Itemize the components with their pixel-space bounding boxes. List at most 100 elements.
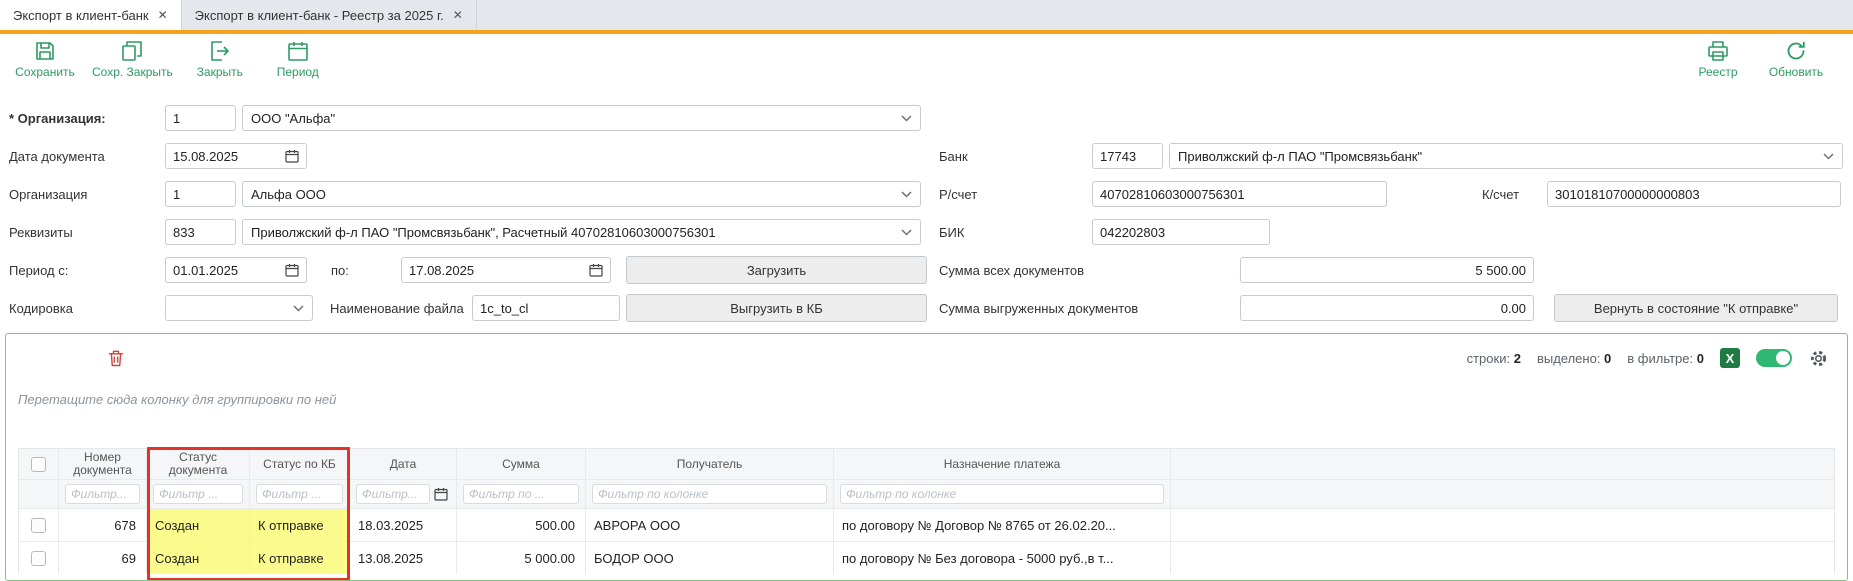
column-header-date[interactable]: Дата [350, 449, 457, 479]
selected-count-label: выделено: [1537, 351, 1600, 366]
app-window: Экспорт в клиент-банк ✕ Экспорт в клиент… [0, 0, 1853, 581]
period-button[interactable]: Период [267, 39, 329, 79]
refresh-button-label: Обновить [1769, 65, 1823, 79]
tab-close-icon[interactable]: ✕ [158, 9, 168, 21]
settings-gear-icon[interactable] [1808, 348, 1829, 369]
cell-empty [1171, 509, 1834, 541]
column-header-status[interactable]: Статус документа [147, 449, 250, 479]
save-close-button[interactable]: Сохр. Закрыть [92, 39, 173, 79]
organization-code-input[interactable] [165, 181, 236, 207]
organization-select-value: Альфа ООО [251, 187, 895, 202]
bank-select[interactable]: Приволжский ф-л ПАО "Промсвязьбанк" [1169, 143, 1843, 169]
return-status-button[interactable]: Вернуть в состояние "К отправке" [1554, 294, 1838, 322]
form-row-requisites-bik: Реквизиты Приволжский ф-л ПАО "Промсвязь… [9, 213, 1843, 251]
filter-toggle[interactable] [1756, 349, 1792, 367]
document-date-value: 15.08.2025 [173, 149, 238, 164]
selected-count-value: 0 [1604, 351, 1611, 366]
organization-required-code-input[interactable] [165, 105, 236, 131]
table-row[interactable]: 69 Создан К отправке 13.08.2025 5 000.00… [19, 541, 1834, 574]
toolbar-left-group: Сохранить Сохр. Закрыть Закрыть Период [14, 39, 329, 79]
column-header-recipient[interactable]: Получатель [586, 449, 834, 479]
cell-status: Создан [147, 542, 250, 574]
bank-select-value: Приволжский ф-л ПАО "Промсвязьбанк" [1178, 149, 1817, 164]
bik-input[interactable] [1092, 219, 1270, 245]
register-button[interactable]: Реестр [1687, 39, 1749, 79]
period-to-input[interactable]: 17.08.2025 [401, 257, 611, 283]
filter-purpose-input[interactable] [840, 484, 1164, 504]
filter-recipient-input[interactable] [592, 484, 827, 504]
refresh-button[interactable]: Обновить [1765, 39, 1827, 79]
cell-kb-status: К отправке [250, 509, 350, 541]
filename-label: Наименование файла [330, 301, 472, 316]
tab-export[interactable]: Экспорт в клиент-банк ✕ [0, 0, 182, 30]
save-button-label: Сохранить [15, 65, 75, 79]
filter-kb-status-cell [250, 480, 350, 508]
filter-status-input[interactable] [153, 484, 243, 504]
corr-account-input[interactable] [1547, 181, 1841, 207]
column-header-sum[interactable]: Сумма [457, 449, 586, 479]
filtered-count: в фильтре: 0 [1627, 351, 1704, 366]
row-checkbox[interactable] [31, 551, 46, 566]
row-checkbox[interactable] [31, 518, 46, 533]
tab-export-label: Экспорт в клиент-банк [13, 8, 149, 23]
form-row-organization-required: * Организация: ООО "Альфа" [9, 99, 1843, 137]
period-to-value: 17.08.2025 [409, 263, 474, 278]
calendar-icon[interactable] [285, 149, 299, 163]
table-filter-row [19, 479, 1834, 508]
period-from-value: 01.01.2025 [173, 263, 238, 278]
save-button[interactable]: Сохранить [14, 39, 76, 79]
cell-purpose: по договору № Без договора - 5000 руб.,в… [834, 542, 1171, 574]
table-row[interactable]: 678 Создан К отправке 18.03.2025 500.00 … [19, 508, 1834, 541]
refresh-icon [1784, 39, 1808, 63]
excel-export-icon[interactable]: X [1720, 348, 1740, 368]
chevron-down-icon [901, 115, 912, 122]
filter-sum-input[interactable] [463, 484, 579, 504]
cell-number: 69 [59, 542, 147, 574]
requisites-code-input[interactable] [165, 219, 236, 245]
filename-input[interactable] [472, 295, 620, 321]
calendar-icon[interactable] [434, 487, 448, 501]
filter-number-input[interactable] [65, 484, 140, 504]
filter-empty-cell [1171, 480, 1834, 508]
column-header-kb-status[interactable]: Статус по КБ [250, 449, 350, 479]
header-checkbox-cell [19, 449, 59, 479]
encoding-select[interactable] [165, 295, 313, 321]
calendar-icon [286, 39, 310, 63]
period-to-label: по: [331, 263, 401, 278]
form-row-organization-accounts: Организация Альфа ООО Р/счет К/счет [9, 175, 1843, 213]
account-input[interactable] [1092, 181, 1387, 207]
group-by-hint: Перетащите сюда колонку для группировки … [18, 392, 1847, 448]
select-all-checkbox[interactable] [31, 457, 46, 472]
load-button[interactable]: Загрузить [626, 256, 927, 284]
register-icon [1706, 39, 1730, 63]
tab-close-icon[interactable]: ✕ [453, 9, 463, 21]
column-header-purpose[interactable]: Назначение платежа [834, 449, 1171, 479]
column-header-number[interactable]: Номер документа [59, 449, 147, 479]
filter-date-input[interactable] [356, 484, 430, 504]
delete-icon[interactable] [106, 348, 126, 368]
organization-select[interactable]: Альфа ООО [242, 181, 921, 207]
close-button[interactable]: Закрыть [189, 39, 251, 79]
tab-register[interactable]: Экспорт в клиент-банк - Реестр за 2025 г… [182, 0, 477, 30]
filtered-count-value: 0 [1697, 351, 1704, 366]
form-row-period-totals: Период с: 01.01.2025 по: 17.08.2025 Загр… [9, 251, 1843, 289]
exported-sum-input[interactable] [1240, 295, 1534, 321]
cell-recipient: АВРОРА ООО [586, 509, 834, 541]
period-from-input[interactable]: 01.01.2025 [165, 257, 307, 283]
total-sum-input[interactable] [1240, 257, 1534, 283]
calendar-icon[interactable] [285, 263, 299, 277]
table-header-row: Номер документа Статус документа Статус … [19, 449, 1834, 479]
organization-required-label: * Организация: [9, 111, 165, 126]
cell-kb-status: К отправке [250, 542, 350, 574]
calendar-icon[interactable] [589, 263, 603, 277]
register-button-label: Реестр [1699, 65, 1738, 79]
export-to-kb-button[interactable]: Выгрузить в КБ [626, 294, 927, 322]
filter-kb-status-input[interactable] [256, 484, 343, 504]
bank-code-input[interactable] [1092, 143, 1163, 169]
document-date-input[interactable]: 15.08.2025 [165, 143, 307, 169]
chevron-down-icon [293, 305, 304, 312]
requisites-select-value: Приволжский ф-л ПАО "Промсвязьбанк", Рас… [251, 225, 895, 240]
filter-recipient-cell [586, 480, 834, 508]
requisites-select[interactable]: Приволжский ф-л ПАО "Промсвязьбанк", Рас… [242, 219, 921, 245]
organization-required-select[interactable]: ООО "Альфа" [242, 105, 921, 131]
